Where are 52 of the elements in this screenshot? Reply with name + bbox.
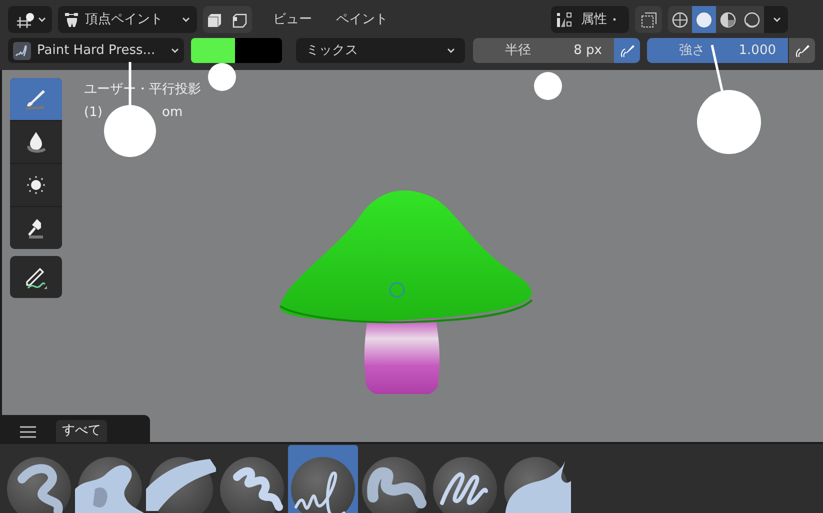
mode-dropdown[interactable]: 頂点ペイント bbox=[58, 6, 197, 33]
blend-mode-dropdown[interactable]: ミックス bbox=[296, 38, 465, 63]
brush-thumbnail[interactable] bbox=[288, 445, 358, 513]
caret-icon bbox=[772, 15, 780, 24]
pen-pressure-icon bbox=[619, 42, 635, 58]
caret-icon bbox=[181, 15, 190, 24]
editor-type-button[interactable] bbox=[8, 6, 52, 33]
viewport-icon bbox=[14, 12, 34, 28]
caret-icon bbox=[170, 46, 179, 55]
strength-label: 強さ bbox=[678, 42, 705, 60]
caret-icon bbox=[36, 15, 46, 24]
radius-value: 8 px bbox=[574, 42, 602, 60]
menu-item[interactable]: ペイント bbox=[327, 10, 397, 30]
strength-value: 1.000 bbox=[738, 42, 776, 60]
strength-field[interactable]: 強さ 1.000 bbox=[647, 38, 788, 63]
pen-pressure-icon bbox=[794, 42, 810, 58]
tool-button[interactable] bbox=[10, 207, 62, 249]
overlay-button[interactable] bbox=[635, 6, 662, 33]
wireframe-shading-icon bbox=[672, 12, 688, 28]
callout-marker bbox=[534, 72, 562, 100]
radius-label: 半径 bbox=[504, 42, 531, 60]
solid-shading-icon bbox=[696, 12, 712, 28]
pressure-toggle[interactable] bbox=[789, 38, 815, 63]
tool-button[interactable] bbox=[10, 121, 62, 163]
tool-button[interactable] bbox=[10, 164, 62, 206]
dot-icon bbox=[613, 18, 616, 21]
vertex-mask-toggle[interactable] bbox=[232, 12, 248, 28]
brush-dropdown[interactable]: Paint Hard Press... bbox=[8, 38, 184, 63]
pressure-toggle[interactable] bbox=[614, 38, 640, 63]
menu-item[interactable]: ビュー bbox=[264, 10, 321, 30]
material-shading-icon bbox=[720, 12, 736, 28]
tool-button[interactable] bbox=[10, 256, 62, 298]
color-swatch[interactable] bbox=[191, 38, 235, 63]
object-label: om bbox=[162, 104, 183, 122]
shading-options-button[interactable] bbox=[764, 6, 788, 33]
cube-icon bbox=[207, 12, 224, 28]
vertex-paint-icon bbox=[65, 12, 79, 28]
shading-mode-button[interactable] bbox=[692, 6, 716, 33]
color-swatch[interactable] bbox=[235, 38, 282, 63]
face-mask-toggle[interactable] bbox=[207, 12, 224, 28]
brush-cursor bbox=[389, 282, 405, 298]
caret-icon bbox=[446, 46, 455, 55]
vertex-select-icon bbox=[232, 12, 248, 28]
shelf-tab[interactable]: すべて bbox=[56, 420, 107, 442]
object-label: (1) bbox=[84, 104, 102, 122]
attribute-dropdown[interactable]: 属性 bbox=[551, 6, 629, 33]
callout-marker bbox=[208, 63, 236, 91]
radius-field[interactable]: 半径 8 px bbox=[473, 38, 614, 63]
overlay-icon bbox=[640, 12, 656, 28]
menu-icon bbox=[20, 426, 36, 438]
rendered-shading-icon bbox=[744, 12, 760, 28]
brush-stroke-icon bbox=[13, 42, 31, 60]
